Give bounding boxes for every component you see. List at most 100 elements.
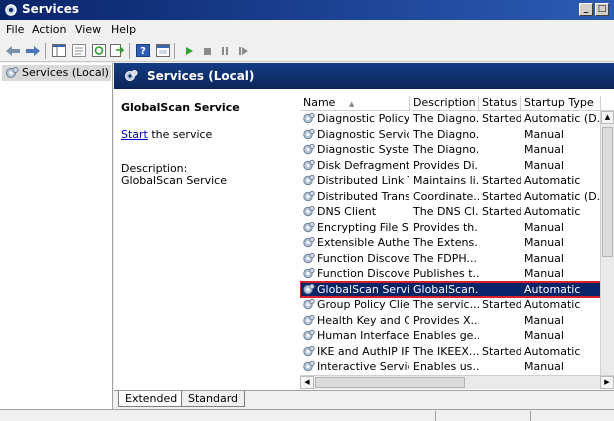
table-row[interactable]: Human Interface D... Enables ge... Manual xyxy=(300,328,614,343)
export-icon[interactable] xyxy=(108,42,126,59)
column-header-startup-type[interactable]: Startup Type xyxy=(521,96,601,111)
cell-startup-type: Automatic xyxy=(524,282,581,296)
service-gear-icon xyxy=(302,143,315,156)
cell-status: Started xyxy=(482,205,521,218)
table-row[interactable]: Encrypting File Syst... Provides th... Man… xyxy=(300,220,614,235)
table-row[interactable]: Group Policy Client The servic...StartedA… xyxy=(300,297,614,312)
minimize-button[interactable]: _ xyxy=(579,3,593,16)
table-row[interactable]: Disk Defragmenter Provides Di... Manual xyxy=(300,158,614,173)
table-row[interactable]: IKE and AuthIP IPs... The IKEEX...Started… xyxy=(300,344,614,359)
cell-description: The servic... xyxy=(413,298,479,311)
cell-name: GlobalScan Service xyxy=(317,282,409,296)
table-row[interactable]: DNS Client The DNS Cl... Started Automatic xyxy=(300,204,614,219)
cell-startup-type: Automatic (D... xyxy=(524,189,600,203)
properties-icon[interactable] xyxy=(70,42,88,59)
pane-header: Services (Local) xyxy=(114,63,614,89)
forward-icon[interactable] xyxy=(24,42,42,59)
table-row[interactable]: Diagnostic System ... The Diagno... Manual xyxy=(300,142,614,157)
vertical-scrollbar[interactable]: ▲ xyxy=(600,111,614,375)
service-name-title: GlobalScan Service xyxy=(121,101,240,114)
maximize-button[interactable]: □ xyxy=(595,3,609,16)
services-gear-icon xyxy=(4,3,18,17)
sort-ascending-icon: ▲ xyxy=(348,100,355,108)
status-bar xyxy=(0,409,614,421)
column-header-name[interactable]: Name ▲ xyxy=(300,96,410,111)
cell-startup-type: Automatic xyxy=(524,174,581,187)
table-row[interactable]: Extensible Authenti... The Extens... Manua… xyxy=(300,235,614,250)
service-gear-icon xyxy=(302,345,315,358)
pause-icon[interactable] xyxy=(216,42,234,59)
table-row[interactable]: Function Discovery ... The FDPH... Manual xyxy=(300,251,614,266)
help-icon[interactable]: ? xyxy=(134,42,152,59)
cell-status xyxy=(482,282,521,297)
tree-item-services-local[interactable]: Services (Local) xyxy=(2,65,111,81)
service-gear-icon xyxy=(302,221,315,234)
start-service-line: Start the service xyxy=(121,128,212,141)
cell-name: Function Discovery ... xyxy=(317,267,409,280)
scroll-right-icon[interactable]: ▶ xyxy=(600,376,614,389)
menu-file[interactable]: File xyxy=(6,23,24,36)
show-tree-icon[interactable] xyxy=(50,42,68,59)
menu-help[interactable]: Help xyxy=(111,23,136,36)
cell-name: IKE and AuthIP IPs... xyxy=(317,344,409,358)
back-icon[interactable] xyxy=(4,42,22,59)
cell-status xyxy=(482,313,521,328)
table-row[interactable]: Diagnostic Policy Se... The Diagno...Star… xyxy=(300,111,614,126)
cell-description: The Diagno... xyxy=(413,112,479,125)
cell-description: The Extens... xyxy=(413,236,479,249)
cell-status xyxy=(482,359,521,374)
cell-name: Function Discovery ... xyxy=(317,251,409,265)
table-row[interactable]: Function Discovery ... Publishes t... Manu… xyxy=(300,266,614,281)
cell-name: Extensible Authenti... xyxy=(317,236,409,249)
list-rows: Diagnostic Policy Se...The Diagno...Star… xyxy=(300,111,614,389)
table-row[interactable]: Health Key and Cer... Provides X.... Manua… xyxy=(300,313,614,328)
cell-startup-type: Manual xyxy=(524,360,564,373)
vertical-scroll-thumb[interactable] xyxy=(602,127,613,257)
cell-description: Enables ge... xyxy=(413,329,479,342)
console-tree: Services (Local) xyxy=(0,63,113,409)
list-header: Name ▲ Description Status Startup Type xyxy=(300,96,614,111)
cell-description: Publishes t... xyxy=(413,267,479,280)
service-gear-icon xyxy=(302,314,315,327)
cell-startup-type: Automatic xyxy=(524,205,581,218)
table-row[interactable]: Distributed Transac... Coordinate...Start… xyxy=(300,189,614,204)
service-gear-icon xyxy=(302,112,315,125)
cell-status: Started xyxy=(482,112,521,125)
cell-name: Health Key and Cer... xyxy=(317,313,409,327)
scroll-left-icon[interactable]: ◀ xyxy=(300,376,314,389)
service-gear-icon xyxy=(302,174,315,187)
horizontal-scroll-thumb[interactable] xyxy=(315,377,465,388)
toolbar-separator xyxy=(129,43,130,59)
table-row[interactable]: Distributed Link Tra... Maintains li...St… xyxy=(300,173,614,188)
cell-name: Disk Defragmenter xyxy=(317,158,409,172)
cell-startup-type: Manual xyxy=(524,220,564,234)
cell-startup-type: Automatic (D... xyxy=(524,112,600,125)
cell-name: Diagnostic Service ... xyxy=(317,127,409,141)
stop-icon[interactable] xyxy=(198,42,216,59)
view-tabs: Extended Standard xyxy=(114,390,614,409)
restart-icon[interactable] xyxy=(234,42,252,59)
column-header-status[interactable]: Status xyxy=(479,96,521,111)
cell-name: Encrypting File Syst... xyxy=(317,220,409,234)
menu-view[interactable]: View xyxy=(75,23,101,36)
column-header-description[interactable]: Description xyxy=(410,96,479,111)
cell-startup-type: Automatic xyxy=(524,298,581,311)
cell-name: Diagnostic Policy Se... xyxy=(317,112,409,125)
cell-status: Started xyxy=(482,189,521,203)
tab-extended[interactable]: Extended xyxy=(118,391,185,407)
start-icon[interactable] xyxy=(180,42,198,59)
menu-action[interactable]: Action xyxy=(32,23,66,36)
menu-bar: File Action View Help xyxy=(0,20,614,40)
table-row[interactable]: Interactive Service... Enables us... Manua… xyxy=(300,359,614,374)
tab-standard[interactable]: Standard xyxy=(181,391,246,407)
scroll-up-icon[interactable]: ▲ xyxy=(601,111,614,124)
console-icon[interactable] xyxy=(154,42,172,59)
tree-item-label: Services (Local) xyxy=(22,66,109,79)
cell-status: Started xyxy=(482,344,521,358)
refresh-icon[interactable] xyxy=(90,42,108,59)
horizontal-scrollbar[interactable]: ◀ ▶ xyxy=(300,375,614,389)
service-gear-icon xyxy=(302,205,315,218)
table-row-selected[interactable]: GlobalScan Service GlobalScan... Automatic xyxy=(300,280,614,298)
table-row[interactable]: Diagnostic Service ... The Diagno... Manua… xyxy=(300,127,614,142)
start-service-link[interactable]: Start xyxy=(121,128,148,141)
